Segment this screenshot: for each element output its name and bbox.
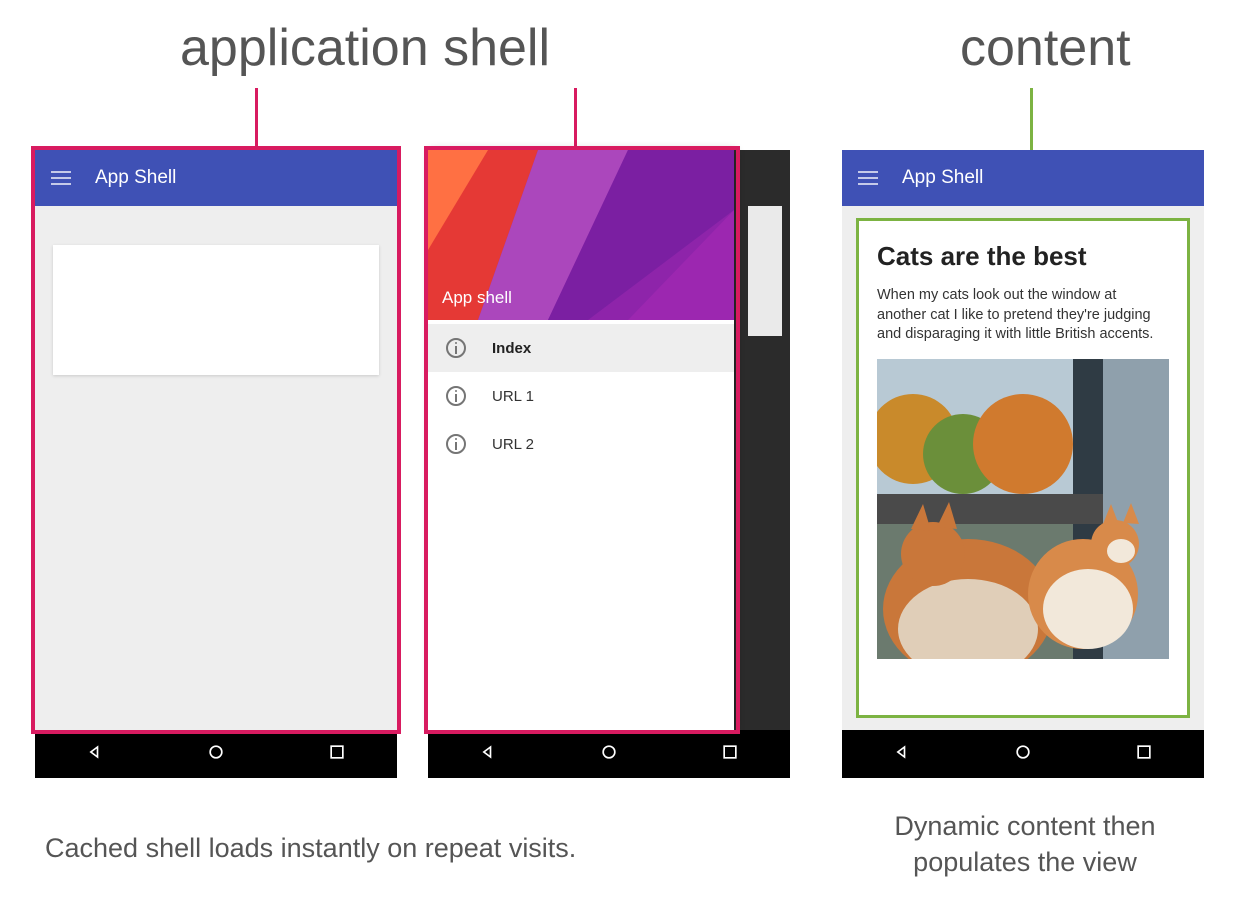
hamburger-icon[interactable]: [858, 171, 878, 185]
drawer-item-label: URL 2: [492, 436, 534, 453]
navigation-drawer: App shell Index URL 1 URL 2: [428, 150, 734, 730]
drawer-item-url1[interactable]: URL 1: [428, 372, 734, 420]
title-content: content: [960, 18, 1131, 78]
nav-back-icon[interactable]: [478, 742, 498, 767]
background-card-peek: [748, 206, 782, 336]
nav-back-icon[interactable]: [892, 742, 912, 767]
drawer-item-label: Index: [492, 340, 531, 357]
nav-recent-icon[interactable]: [720, 742, 740, 767]
caption-shell: Cached shell loads instantly on repeat v…: [45, 830, 785, 866]
nav-recent-icon[interactable]: [1134, 742, 1154, 767]
nav-back-icon[interactable]: [85, 742, 105, 767]
caption-shell-pre: Cached shell loads: [45, 833, 281, 863]
nav-home-icon[interactable]: [1013, 742, 1033, 767]
drawer-header: App shell: [428, 150, 734, 320]
connector-line-shell-left: [255, 88, 258, 150]
content-body: When my cats look out the window at anot…: [877, 286, 1169, 345]
phone-shell-empty: App Shell: [35, 150, 397, 778]
info-icon: [446, 434, 466, 454]
appbar-title: App Shell: [95, 167, 176, 189]
drawer-header-label: App shell: [442, 288, 512, 308]
appbar: App Shell: [35, 150, 397, 206]
phone-shell-drawer: App shell Index URL 1 URL 2: [428, 150, 790, 778]
nav-home-icon[interactable]: [599, 742, 619, 767]
content-card-empty: [53, 245, 379, 375]
drawer-item-url2[interactable]: URL 2: [428, 420, 734, 468]
drawer-list: Index URL 1 URL 2: [428, 320, 734, 468]
appbar-title: App Shell: [902, 167, 983, 189]
content-photo: [877, 359, 1169, 659]
title-application-shell: application shell: [180, 18, 550, 78]
caption-shell-bold: instantly: [281, 833, 380, 863]
connector-line-shell-right: [574, 88, 577, 150]
info-icon: [446, 386, 466, 406]
content-card: Cats are the best When my cats look out …: [856, 218, 1190, 718]
android-navbar: [842, 730, 1204, 778]
hamburger-icon[interactable]: [51, 171, 71, 185]
content-heading: Cats are the best: [877, 241, 1169, 272]
nav-recent-icon[interactable]: [327, 742, 347, 767]
nav-home-icon[interactable]: [206, 742, 226, 767]
drawer-item-index[interactable]: Index: [428, 324, 734, 372]
android-navbar: [428, 730, 790, 778]
android-navbar: [35, 730, 397, 778]
caption-shell-post: on repeat visits.: [380, 833, 577, 863]
caption-content: Dynamic content then populates the view: [855, 808, 1195, 881]
info-icon: [446, 338, 466, 358]
appbar: App Shell: [842, 150, 1204, 206]
drawer-item-label: URL 1: [492, 388, 534, 405]
phone-content: App Shell Cats are the best When my cats…: [842, 150, 1204, 778]
